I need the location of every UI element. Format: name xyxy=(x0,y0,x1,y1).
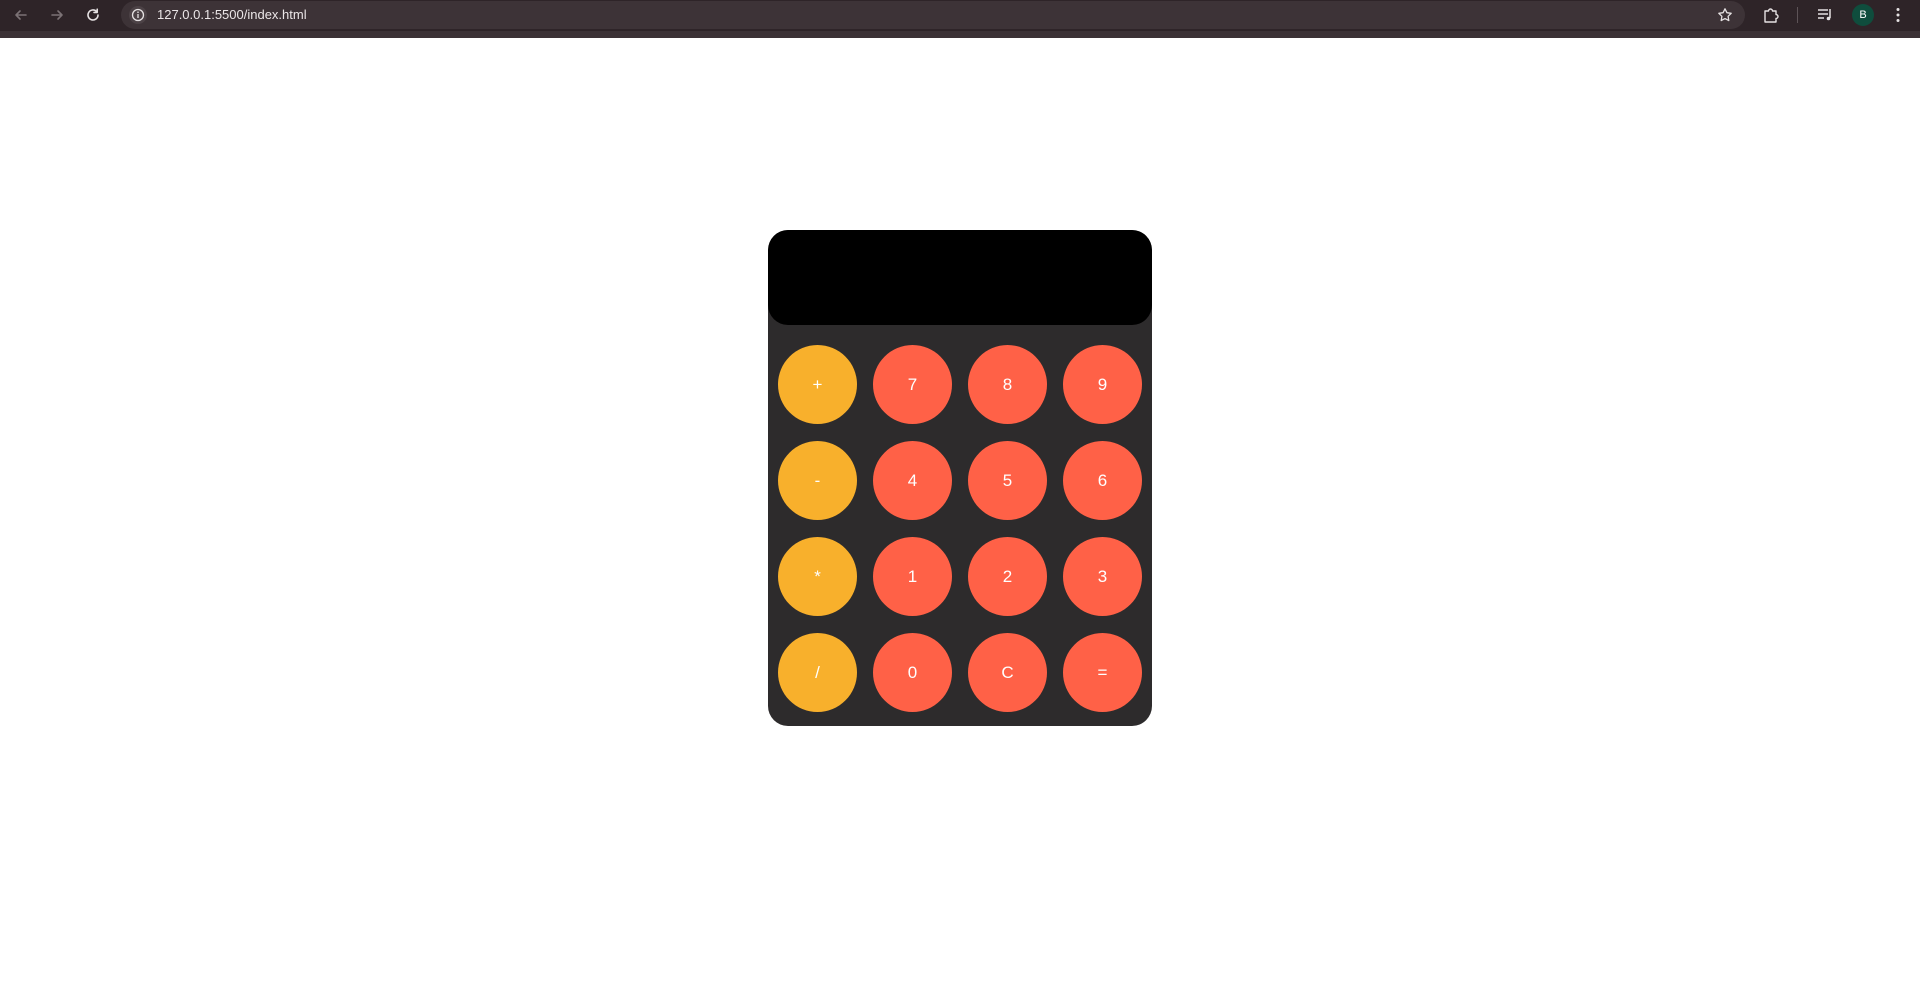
extensions-button[interactable] xyxy=(1760,4,1782,26)
forward-button[interactable] xyxy=(46,4,68,26)
info-icon xyxy=(131,8,145,22)
site-info-button[interactable] xyxy=(129,6,147,24)
key-minus-button[interactable]: - xyxy=(778,441,857,520)
key-4-button[interactable]: 4 xyxy=(873,441,952,520)
key-3-button[interactable]: 3 xyxy=(1063,537,1142,616)
bookmark-button[interactable] xyxy=(1715,5,1735,25)
browser-toolbar-inner: 127.0.0.1:5500/index.html B xyxy=(0,0,1920,31)
calculator-display xyxy=(768,230,1152,325)
browser-menu-button[interactable] xyxy=(1887,4,1909,26)
key-6-button[interactable]: 6 xyxy=(1063,441,1142,520)
key-8-button[interactable]: 8 xyxy=(968,345,1047,424)
key-clear-button[interactable]: C xyxy=(968,633,1047,712)
url-text[interactable]: 127.0.0.1:5500/index.html xyxy=(157,7,307,22)
media-queue-button[interactable] xyxy=(1814,4,1836,26)
key-divide-button[interactable]: / xyxy=(778,633,857,712)
reload-button[interactable] xyxy=(82,4,104,26)
kebab-menu-icon xyxy=(1896,8,1900,22)
arrow-left-icon xyxy=(15,10,27,20)
reload-icon xyxy=(87,8,99,21)
key-multiply-button[interactable]: * xyxy=(778,537,857,616)
key-2-button[interactable]: 2 xyxy=(968,537,1047,616)
browser-toolbar: 127.0.0.1:5500/index.html B xyxy=(0,0,1920,38)
calculator: +7 8 9 -4 5 6 * 1 2 3 /0 C = xyxy=(768,230,1152,726)
star-icon xyxy=(1718,8,1732,22)
key-1-button[interactable]: 1 xyxy=(873,537,952,616)
arrow-right-icon xyxy=(51,10,63,20)
key-5-button[interactable]: 5 xyxy=(968,441,1047,520)
key-equals-button[interactable]: = xyxy=(1063,633,1142,712)
key-7-button[interactable]: 7 xyxy=(873,345,952,424)
media-queue-icon xyxy=(1818,9,1831,21)
key-0-button[interactable]: 0 xyxy=(873,633,952,712)
profile-avatar[interactable]: B xyxy=(1852,4,1874,26)
address-bar[interactable]: 127.0.0.1:5500/index.html xyxy=(121,1,1745,29)
key-9-button[interactable]: 9 xyxy=(1063,345,1142,424)
puzzle-icon xyxy=(1764,8,1779,23)
toolbar-divider xyxy=(1797,7,1798,23)
keypad: +7 8 9 -4 5 6 * 1 2 3 /0 C = xyxy=(778,345,1142,712)
back-button[interactable] xyxy=(10,4,32,26)
key-plus-button[interactable]: + xyxy=(778,345,857,424)
